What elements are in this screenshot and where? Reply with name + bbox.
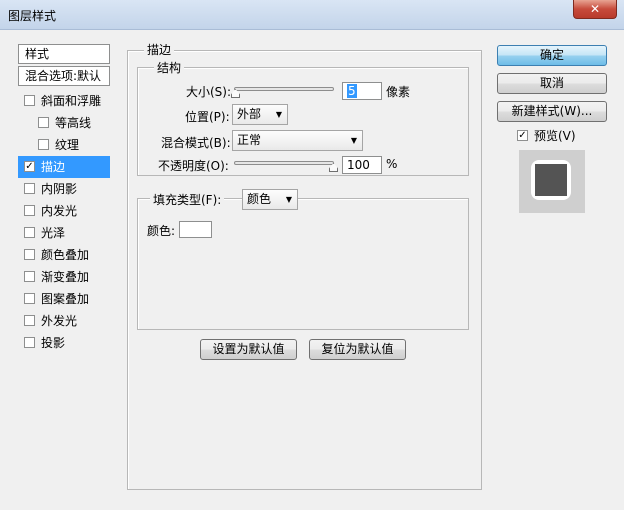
preview-checkbox[interactable]: ✓ 预览(V) xyxy=(517,127,576,144)
style-item-label: 纹理 xyxy=(55,138,80,152)
blend-mode-label: 混合模式(B): xyxy=(161,136,231,150)
style-item-label: 斜面和浮雕 xyxy=(41,94,102,108)
position-label: 位置(P): xyxy=(185,110,230,124)
style-item[interactable]: 等高线 xyxy=(18,112,110,134)
window-title: 图层样式 xyxy=(8,9,57,23)
style-item-label: 投影 xyxy=(41,336,66,350)
preview-box xyxy=(519,150,585,213)
size-input[interactable]: 5 xyxy=(342,82,382,100)
styles-header[interactable]: 样式 xyxy=(18,44,110,64)
checked-box-icon[interactable]: ✓ xyxy=(24,161,35,172)
opacity-label: 不透明度(O): xyxy=(158,159,229,173)
style-item-label: 外发光 xyxy=(41,314,78,328)
opacity-slider-track[interactable] xyxy=(234,161,334,165)
checkbox-icon[interactable] xyxy=(24,249,35,260)
style-item-label: 描边 xyxy=(41,160,66,174)
checkbox-icon[interactable] xyxy=(24,293,35,304)
close-button[interactable]: ✕ xyxy=(573,0,617,19)
opacity-unit: % xyxy=(386,157,398,171)
style-item[interactable]: 内发光 xyxy=(18,200,110,222)
reset-default-button[interactable]: 复位为默认值 xyxy=(309,339,406,360)
checkbox-icon[interactable] xyxy=(24,183,35,194)
size-unit: 像素 xyxy=(386,85,411,99)
checkbox-icon[interactable] xyxy=(24,315,35,326)
style-item-label: 渐变叠加 xyxy=(41,270,90,284)
checkbox-icon[interactable] xyxy=(38,139,49,150)
style-item[interactable]: 纹理 xyxy=(18,134,110,156)
style-item-label: 图案叠加 xyxy=(41,292,90,306)
position-select[interactable]: 外部 ▼ xyxy=(232,104,288,125)
preview-check-icon: ✓ xyxy=(517,130,528,141)
cancel-button[interactable]: 取消 xyxy=(497,73,607,94)
opacity-input[interactable]: 100 xyxy=(342,156,382,174)
style-item[interactable]: 斜面和浮雕 xyxy=(18,90,110,112)
style-list: 样式 混合选项:默认 斜面和浮雕等高线纹理 ✓ 描边内阴影内发光光泽颜色叠加渐变叠加… xyxy=(18,44,110,500)
style-item-label: 内发光 xyxy=(41,204,78,218)
checkbox-icon[interactable] xyxy=(24,271,35,282)
structure-title: 结构 xyxy=(154,59,185,76)
checkbox-icon[interactable] xyxy=(38,117,49,128)
style-item[interactable]: 外发光 xyxy=(18,310,110,332)
style-item-label: 等高线 xyxy=(55,116,92,130)
style-item-label: 光泽 xyxy=(41,226,66,240)
checkbox-icon[interactable] xyxy=(24,227,35,238)
blend-mode-select[interactable]: 正常 ▼ xyxy=(232,130,363,151)
make-default-button[interactable]: 设置为默认值 xyxy=(200,339,297,360)
chevron-down-icon: ▼ xyxy=(285,195,292,204)
style-item-label: 内阴影 xyxy=(41,182,78,196)
title-bar: 图层样式 xyxy=(0,0,624,30)
chevron-down-icon: ▼ xyxy=(275,110,282,119)
color-label: 颜色: xyxy=(147,224,176,238)
checkbox-icon[interactable] xyxy=(24,337,35,348)
blend-options-label: 混合选项:默认 xyxy=(25,69,102,83)
preview-label: 预览(V) xyxy=(534,129,576,143)
checkbox-icon[interactable] xyxy=(24,95,35,106)
size-slider-track[interactable] xyxy=(234,87,334,91)
size-value: 5 xyxy=(347,84,357,98)
blend-options-item[interactable]: 混合选项:默认 xyxy=(18,66,110,86)
stroke-section-title: 描边 xyxy=(144,41,175,58)
style-item[interactable]: ✓ 描边 xyxy=(18,156,110,178)
checkbox-icon[interactable] xyxy=(24,205,35,216)
fill-type-select[interactable]: 颜色 ▼ xyxy=(242,189,298,210)
style-item[interactable]: 渐变叠加 xyxy=(18,266,110,288)
style-item[interactable]: 颜色叠加 xyxy=(18,244,110,266)
style-item-label: 颜色叠加 xyxy=(41,248,90,262)
preview-fill xyxy=(535,164,567,196)
preview-stroke xyxy=(531,160,571,200)
size-label: 大小(S): xyxy=(186,85,232,99)
style-item[interactable]: 图案叠加 xyxy=(18,288,110,310)
fill-type-value: 颜色 xyxy=(247,192,272,206)
fill-group xyxy=(137,198,469,330)
styles-header-label: 样式 xyxy=(25,47,50,61)
position-value: 外部 xyxy=(237,107,262,121)
style-item[interactable]: 内阴影 xyxy=(18,178,110,200)
fill-type-label: 填充类型(F): xyxy=(150,191,225,211)
new-style-button[interactable]: 新建样式(W)... xyxy=(497,101,607,122)
style-item[interactable]: 投影 xyxy=(18,332,110,354)
blend-mode-value: 正常 xyxy=(237,133,262,147)
color-swatch[interactable] xyxy=(179,221,212,238)
chevron-down-icon: ▼ xyxy=(350,136,357,145)
opacity-value: 100 xyxy=(347,158,370,172)
style-item[interactable]: 光泽 xyxy=(18,222,110,244)
ok-button[interactable]: 确定 xyxy=(497,45,607,66)
